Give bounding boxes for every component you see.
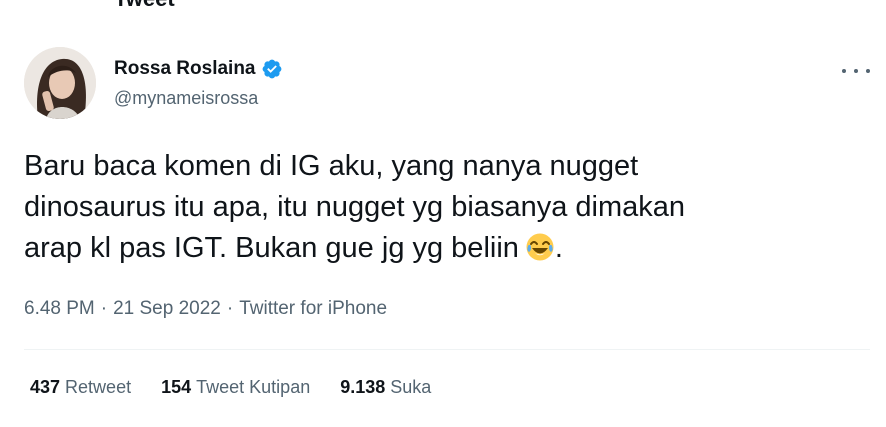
retweets-stat[interactable]: 437 Retweet [30, 377, 131, 398]
tweet-date[interactable]: 21 Sep 2022 [113, 298, 221, 319]
display-name[interactable]: Rossa Roslaina [114, 58, 256, 80]
meta-separator: · [226, 298, 234, 319]
retweets-count: 437 [30, 377, 61, 397]
retweets-label: Retweet [65, 377, 132, 397]
tweet-text-suffix: . [554, 232, 563, 264]
quotes-count: 154 [161, 377, 192, 397]
more-icon[interactable] [842, 61, 870, 81]
page-header-clipped: Tweet [114, 0, 175, 12]
tweet-page: Tweet Rossa Roslaina [0, 0, 886, 427]
likes-stat[interactable]: 9.138 Suka [340, 377, 431, 398]
tweet-time[interactable]: 6.48 PM [24, 298, 95, 319]
user-handle[interactable]: @mynameisrossa [114, 88, 283, 109]
tweet-header: Rossa Roslaina @mynameisrossa [24, 47, 870, 121]
tweet-source[interactable]: Twitter for iPhone [239, 298, 387, 319]
likes-count: 9.138 [340, 377, 386, 397]
quotes-label: Tweet Kutipan [196, 377, 311, 397]
tweet-stats: 437 Retweet 154 Tweet Kutipan 9.138 Suka [30, 377, 461, 398]
face-with-tears-of-joy-icon [525, 232, 555, 262]
quotes-stat[interactable]: 154 Tweet Kutipan [161, 377, 310, 398]
likes-label: Suka [390, 377, 432, 397]
verified-badge-icon [261, 58, 283, 80]
divider [24, 349, 870, 350]
tweet-meta: 6.48 PM · 21 Sep 2022 · Twitter for iPhone [24, 298, 387, 320]
tweet-body: Baru baca komen di IG aku, yang nanya nu… [24, 150, 685, 264]
avatar[interactable] [24, 47, 96, 119]
meta-separator: · [100, 298, 108, 319]
user-info: Rossa Roslaina @mynameisrossa [114, 58, 283, 109]
tweet-text: Baru baca komen di IG aku, yang nanya nu… [24, 146, 844, 269]
